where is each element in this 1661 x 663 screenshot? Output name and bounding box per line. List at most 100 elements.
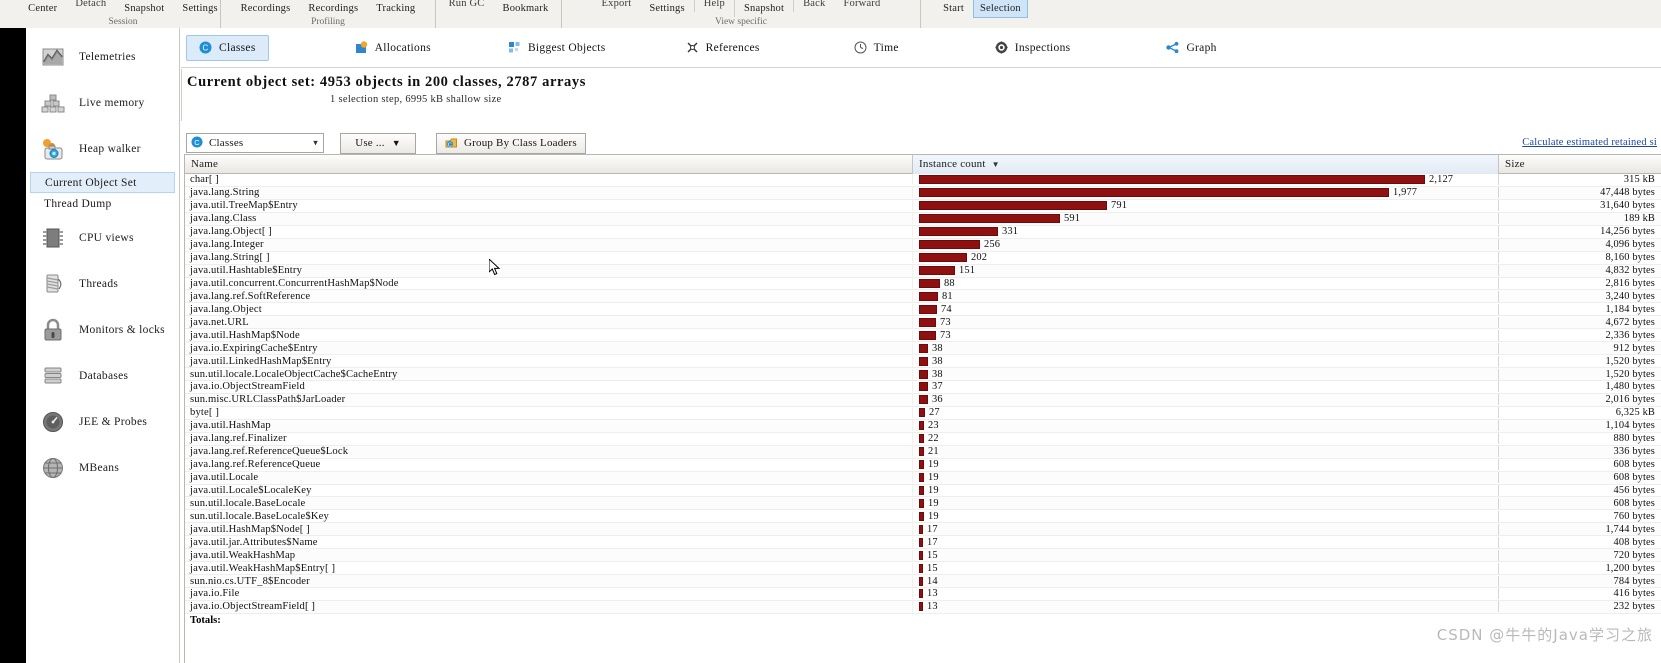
group-by-class-loaders-button[interactable]: C Group By Class Loaders xyxy=(436,132,586,154)
ribbon-button-recordings-2[interactable]: Recordings xyxy=(299,0,367,17)
view-type-select[interactable]: C Classes ▾ xyxy=(186,133,324,153)
cell-size: 760 bytes xyxy=(1498,510,1660,522)
instance-count-label: 19 xyxy=(928,459,939,471)
sidebar-item-jee-probes[interactable]: JEE & Probes xyxy=(26,399,179,445)
table-row[interactable]: java.io.File 13 416 bytes xyxy=(185,588,1661,601)
table-row[interactable]: java.lang.ref.Finalizer 22 880 bytes xyxy=(185,433,1661,446)
gauge-icon xyxy=(40,409,66,435)
instance-count-bar xyxy=(919,550,923,560)
ribbon-button-forward[interactable]: Forward xyxy=(834,0,889,12)
ribbon-button-view-settings[interactable]: Settings xyxy=(640,0,693,17)
cell-instance-count: 1,977 xyxy=(912,187,1498,199)
table-row[interactable]: java.lang.String 1,977 47,448 bytes xyxy=(185,186,1661,200)
sidebar-item-cpu-views[interactable]: CPU views xyxy=(26,215,179,261)
ribbon-button-detach[interactable]: Detach xyxy=(66,0,115,12)
sidebar-item-databases[interactable]: Databases xyxy=(26,353,179,399)
table-row[interactable]: java.lang.Integer 256 4,096 bytes xyxy=(185,238,1661,252)
ribbon-button-bookmark[interactable]: Bookmark xyxy=(493,0,557,17)
cell-instance-count: 81 xyxy=(912,290,1498,302)
cell-class-name: java.lang.ref.ReferenceQueue xyxy=(190,459,321,471)
table-row[interactable]: byte[ ] 27 6,325 kB xyxy=(185,407,1661,420)
ribbon-button-run-gc[interactable]: Run GC xyxy=(440,0,494,12)
table-row[interactable]: java.util.Locale$LocaleKey 19 456 bytes xyxy=(185,484,1661,498)
ribbon-button-export[interactable]: Export xyxy=(593,0,641,12)
table-row[interactable]: java.lang.Object[ ] 331 14,256 bytes xyxy=(185,226,1661,239)
tab-classes[interactable]: C Classes xyxy=(186,34,269,61)
table-row[interactable]: sun.nio.cs.UTF_8$Encoder 14 784 bytes xyxy=(185,575,1661,588)
tab-biggest-objects[interactable]: Biggest Objects xyxy=(495,35,619,61)
class-icon: C xyxy=(191,135,203,151)
table-row[interactable]: sun.util.locale.BaseLocale$Key 19 760 byte… xyxy=(185,510,1661,524)
instance-count-bar xyxy=(919,434,924,444)
table-row[interactable]: java.util.WeakHashMap 15 720 bytes xyxy=(185,549,1661,563)
sidebar-item-threads[interactable]: Threads xyxy=(26,261,179,307)
table-row[interactable]: char[ ] 2,127 315 kB xyxy=(185,174,1661,187)
instance-count-bar xyxy=(919,382,928,392)
sidebar-item-live-memory[interactable]: Live memory xyxy=(26,80,179,126)
ribbon-button-selection[interactable]: Selection xyxy=(972,0,1028,18)
calculate-retained-size-link[interactable]: Calculate estimated retained si xyxy=(1522,137,1657,148)
ribbon-button-tracking[interactable]: Tracking xyxy=(367,0,424,17)
cell-instance-count: 19 xyxy=(912,510,1498,522)
sidebar-item-current-object-set[interactable]: Current Object Set xyxy=(30,172,175,193)
table-row[interactable]: java.util.Locale 19 608 bytes xyxy=(185,471,1661,485)
tab-inspections[interactable]: Inspections xyxy=(982,35,1084,61)
table-row[interactable]: java.net.URL 73 4,672 bytes xyxy=(185,316,1661,330)
cell-class-name: java.lang.Object[ ] xyxy=(190,226,272,238)
ribbon-button-snapshot[interactable]: Snapshot xyxy=(115,0,173,17)
column-header-size[interactable]: Size xyxy=(1498,155,1660,174)
table-row[interactable]: java.util.LinkedHashMap$Entry 38 1,520 byt… xyxy=(185,355,1661,369)
instance-count-label: 73 xyxy=(940,316,951,328)
sidebar-item-heap-walker[interactable]: Heap walker xyxy=(26,126,179,172)
table-row[interactable]: java.lang.Class 591 189 kB xyxy=(185,212,1661,226)
table-row[interactable]: java.util.TreeMap$Entry 791 31,640 bytes xyxy=(185,200,1661,213)
tab-graph[interactable]: Graph xyxy=(1153,35,1229,61)
column-header-name[interactable]: Name xyxy=(185,155,912,174)
instance-count-bar xyxy=(919,395,928,405)
instance-count-bar xyxy=(919,563,923,573)
gear-icon xyxy=(995,41,1008,54)
table-row[interactable]: java.util.HashMap$Node[ ] 17 1,744 bytes xyxy=(185,523,1661,537)
cell-instance-count: 13 xyxy=(912,601,1498,613)
instance-count-bar xyxy=(919,253,967,263)
table-row[interactable]: java.lang.ref.ReferenceQueue 19 608 bytes xyxy=(185,459,1661,472)
table-row[interactable]: sun.util.locale.LocaleObjectCache$CacheE… xyxy=(185,368,1661,381)
table-row[interactable]: java.util.concurrent.ConcurrentHashMap$N… xyxy=(185,277,1661,291)
instance-count-bar xyxy=(919,201,1107,211)
ribbon-button-settings[interactable]: Settings xyxy=(173,0,226,17)
tab-time[interactable]: Time xyxy=(841,35,912,61)
table-row[interactable]: java.io.ObjectStreamField 37 1,480 bytes xyxy=(185,381,1661,394)
sidebar-item-mbeans[interactable]: MBeans xyxy=(26,445,179,491)
sidebar-item-thread-dump[interactable]: Thread Dump xyxy=(26,193,179,215)
table-row[interactable]: sun.misc.URLClassPath$JarLoader 36 2,016 b… xyxy=(185,393,1661,407)
column-header-instance-count[interactable]: Instance count ▼ xyxy=(912,155,1498,174)
table-row[interactable]: sun.util.locale.BaseLocale 19 608 bytes xyxy=(185,497,1661,511)
table-row[interactable]: java.util.Hashtable$Entry 151 4,832 bytes xyxy=(185,264,1661,278)
use-button[interactable]: Use ... ▼ xyxy=(340,132,416,154)
table-row[interactable]: java.lang.String[ ] 202 8,160 bytes xyxy=(185,252,1661,265)
table-row[interactable]: java.io.ExpiringCache$Entry 38 912 bytes xyxy=(185,342,1661,356)
instance-count-label: 19 xyxy=(928,484,939,496)
ribbon-button-center[interactable]: Center xyxy=(19,0,66,17)
table-row[interactable]: java.util.HashMap 23 1,104 bytes xyxy=(185,419,1661,433)
table-row[interactable]: java.util.WeakHashMap$Entry[ ] 15 1,200 by… xyxy=(185,562,1661,576)
sidebar-item-telemetries[interactable]: Telemetries xyxy=(26,34,179,80)
ribbon-button-help[interactable]: Help xyxy=(693,0,734,12)
ribbon-button-recordings-1[interactable]: Recordings xyxy=(232,0,300,17)
cell-instance-count: 791 xyxy=(912,200,1498,212)
table-row[interactable]: java.util.jar.Attributes$Name 17 408 bytes xyxy=(185,536,1661,550)
tab-references[interactable]: References xyxy=(673,35,773,61)
table-row[interactable]: java.util.HashMap$Node 73 2,336 bytes xyxy=(185,329,1661,343)
cell-class-name: java.lang.Class xyxy=(190,213,257,225)
cell-class-name: java.lang.ref.ReferenceQueue$Lock xyxy=(190,446,349,458)
table-row[interactable]: java.lang.ref.ReferenceQueue$Lock 21 336 b… xyxy=(185,445,1661,459)
ribbon-button-view-snapshot[interactable]: Snapshot xyxy=(733,0,793,17)
sidebar-item-monitors-locks[interactable]: Monitors & locks xyxy=(26,307,179,353)
ribbon-button-back[interactable]: Back xyxy=(793,0,834,12)
tab-allocations[interactable]: Allocations xyxy=(342,35,444,61)
table-row[interactable]: java.lang.ref.SoftReference 81 3,240 bytes xyxy=(185,290,1661,304)
column-label: Size xyxy=(1505,158,1525,170)
ribbon-button-start[interactable]: Start xyxy=(934,0,973,17)
table-row[interactable]: java.lang.Object 74 1,184 bytes xyxy=(185,303,1661,317)
table-row[interactable]: java.io.ObjectStreamField[ ] 13 232 bytes xyxy=(185,600,1661,614)
